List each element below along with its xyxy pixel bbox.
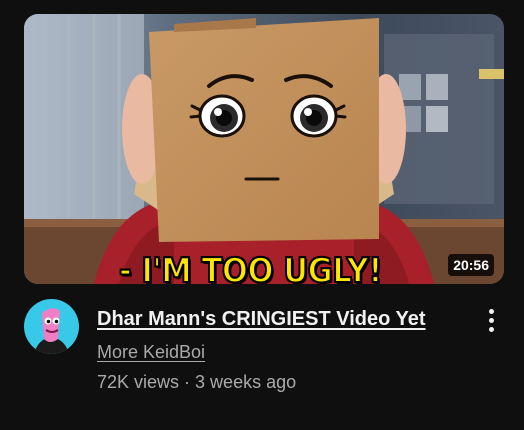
duration-badge: 20:56 — [448, 254, 494, 276]
view-count: 72K views — [97, 372, 180, 392]
video-title[interactable]: Dhar Mann's CRINGIEST Video Yet — [97, 306, 477, 332]
channel-name[interactable]: More KeidBoi — [97, 341, 205, 363]
more-vert-icon[interactable] — [480, 304, 502, 336]
thumbnail-caption: - I'M TOO UGLY! — [118, 251, 383, 284]
video-stats: 72K views · 3 weeks ago — [97, 371, 477, 393]
video-card: - I'M TOO UGLY! 20:56 Dhar Mann's CRINGI… — [0, 0, 524, 430]
avatar-image — [24, 299, 79, 354]
video-metadata: Dhar Mann's CRINGIEST Video Yet More Kei… — [97, 306, 477, 393]
upload-age: 3 weeks ago — [195, 372, 297, 392]
separator-dot: · — [184, 372, 191, 392]
video-thumbnail[interactable]: - I'M TOO UGLY! 20:56 — [24, 14, 504, 284]
thumbnail-image — [24, 14, 504, 284]
channel-avatar[interactable] — [24, 299, 79, 354]
